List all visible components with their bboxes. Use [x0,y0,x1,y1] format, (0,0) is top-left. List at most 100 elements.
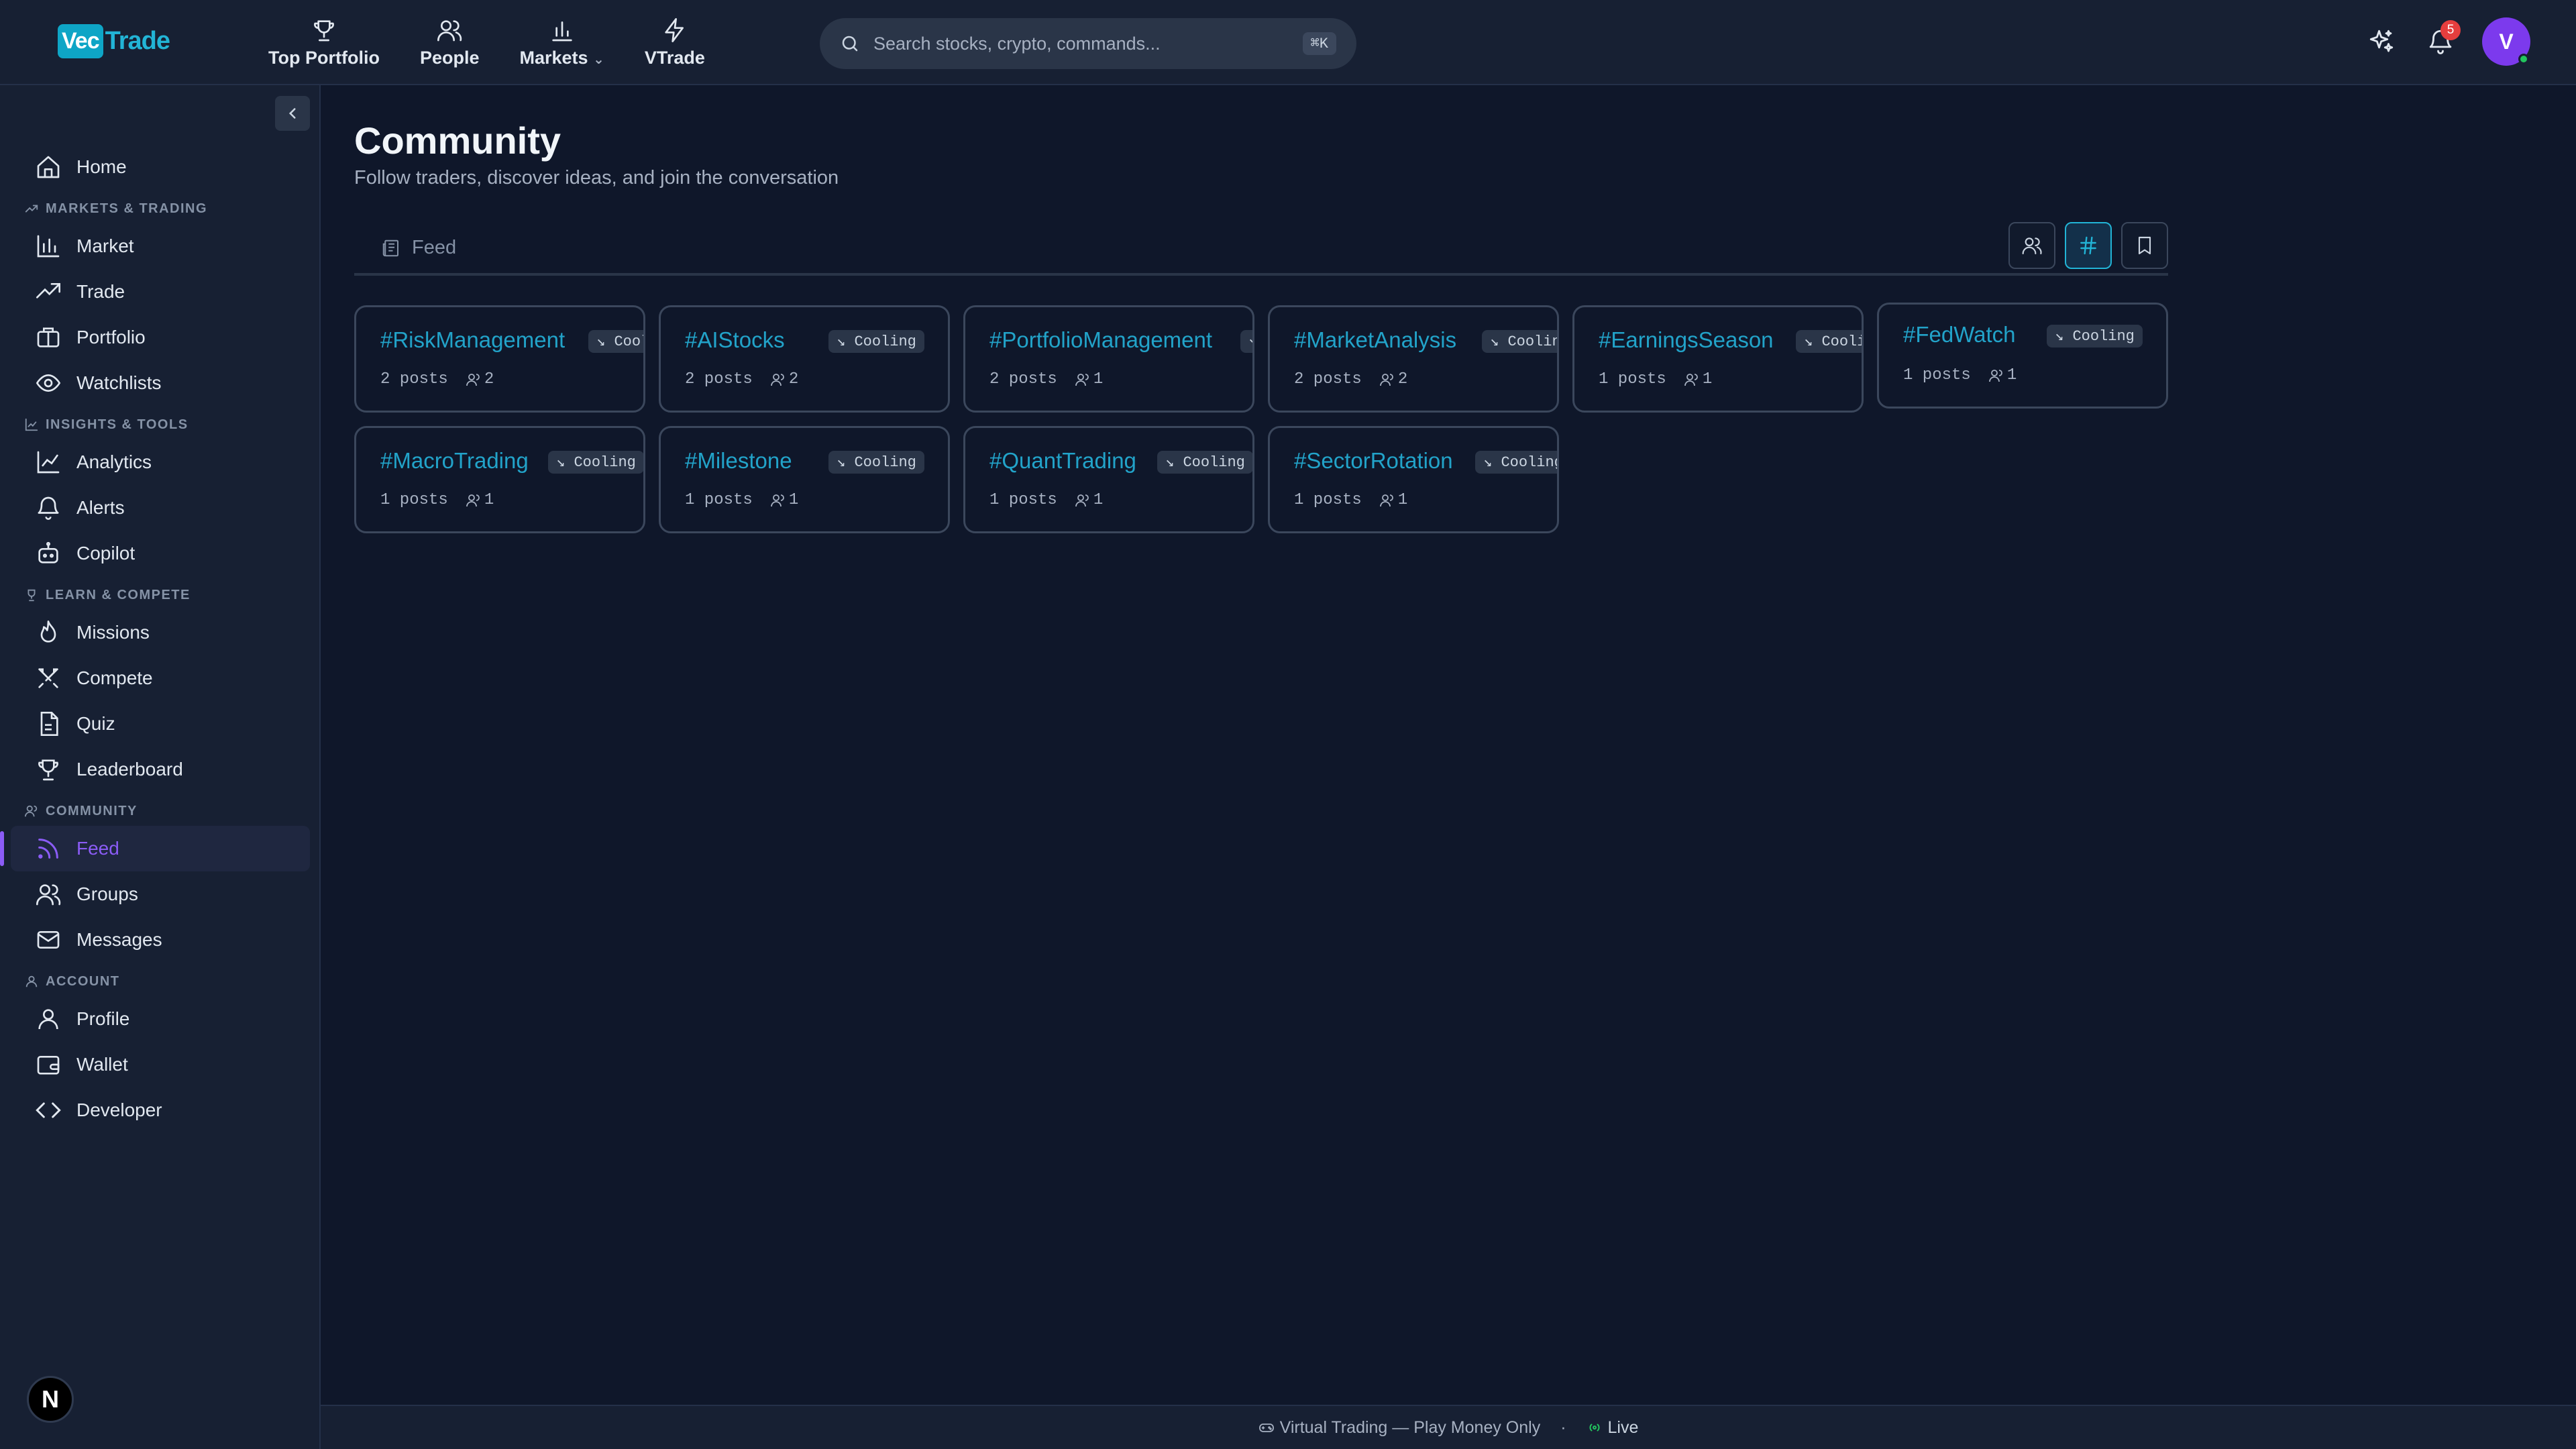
sidebar-item-analytics[interactable]: Analytics [11,439,310,485]
topnav-vtrade[interactable]: VTrade [645,0,705,85]
topic-tag[interactable]: #MacroTrading [380,448,529,474]
user-count: 1 [1684,370,1712,388]
topic-card[interactable]: #MacroTrading ↘ Cooling 1 posts 1 [354,426,645,533]
topic-card[interactable]: #AIStocks ↘ Cooling 2 posts 2 [659,305,950,413]
topic-card[interactable]: #Milestone ↘ Cooling 1 posts 1 [659,426,950,533]
topic-stats: 1 posts 1 [380,491,494,509]
sidebar-item-market[interactable]: Market [11,223,310,269]
topic-stats: 1 posts 1 [1294,491,1407,509]
topic-tag[interactable]: #Milestone [685,448,792,474]
logo-box: Vec [58,24,103,58]
rss-icon [38,839,58,859]
topic-card[interactable]: #SectorRotation ↘ Cooling 1 posts 1 [1268,426,1559,533]
sidebar-nav: Home MARKETS & TRADING Market Trade Port… [0,144,321,1133]
footer-mode-text: Virtual Trading — Play Money Only [1279,1417,1541,1437]
users-icon [466,494,480,506]
topic-card[interactable]: #RiskManagement ↘ Cooling 2 posts 2 [354,305,645,413]
topnav-top-portfolio-label: Top Portfolio [268,48,380,68]
newspaper-icon [382,239,398,256]
topic-stats: 1 posts 1 [1903,366,2017,384]
view-bookmarks-button[interactable] [2121,222,2168,269]
sidebar-item-feed[interactable]: Feed [0,826,310,871]
logo[interactable]: Vec Trade [58,24,170,58]
bar-chart-icon [37,235,60,258]
search-input[interactable] [873,33,1303,54]
tabs-row: Feed [354,219,2168,276]
topic-tag[interactable]: #MarketAnalysis [1294,327,1456,353]
sidebar-item-leaderboard[interactable]: Leaderboard [11,747,310,792]
sidebar-item-portfolio[interactable]: Portfolio [11,315,310,360]
trophy-icon [28,589,36,602]
notifications-button[interactable]: 5 [2424,20,2461,58]
hashtag-icon [2080,236,2096,255]
topic-card[interactable]: #MarketAnalysis ↘ Cooling 2 posts 2 [1268,305,1559,413]
sidebar-item-alerts[interactable]: Alerts [11,485,310,531]
sidebar-item-developer[interactable]: Developer [11,1087,310,1133]
sidebar-item-missions[interactable]: Missions [11,610,310,655]
lightning-icon [665,18,684,43]
chevron-down-icon: ⌄ [593,52,604,67]
trophy-icon [314,20,334,42]
topnav-people-label: People [419,48,480,68]
topic-tag[interactable]: #EarningsSeason [1599,327,1774,353]
topic-tag[interactable]: #PortfolioManagement [989,327,1212,353]
topic-stats: 2 posts 2 [685,370,798,388]
notification-badge: 5 [2440,20,2461,40]
view-hashtags-button[interactable] [2065,222,2112,269]
post-count: 1 posts [685,491,753,509]
sidebar-item-label: Analytics [76,451,152,472]
topnav-people[interactable]: People [420,0,480,85]
sidebar-item-watchlists[interactable]: Watchlists [11,360,310,406]
sidebar-item-label: Market [76,235,134,256]
next-dev-button[interactable]: N [27,1376,74,1423]
sidebar-item-home[interactable]: Home [11,144,310,190]
sidebar-item-wallet[interactable]: Wallet [11,1042,310,1087]
sidebar-item-label: Missions [76,622,150,643]
sidebar-item-groups[interactable]: Groups [11,871,310,917]
avatar-initial: V [2499,29,2514,54]
sidebar-item-label: Wallet [76,1054,128,1075]
sidebar-item-label: Trade [76,281,125,302]
sidebar-item-quiz[interactable]: Quiz [11,701,310,747]
sidebar-item-label: Feed [76,838,119,859]
users-icon [1075,494,1089,506]
users-icon [2022,237,2042,255]
trend-badge: ↘ Cooling [1240,330,1252,353]
trending-up-icon [36,283,60,299]
topic-card[interactable]: #QuantTrading ↘ Cooling 1 posts 1 [963,426,1254,533]
trend-badge: ↘ Cooling [828,451,924,474]
users-icon [1988,369,2002,382]
sidebar-item-trade[interactable]: Trade [11,269,310,315]
ai-sparkle-button[interactable] [2365,25,2398,58]
tab-feed[interactable]: Feed [381,237,456,259]
topic-tag[interactable]: #AIStocks [685,327,785,353]
topic-card[interactable]: #FedWatch ↘ Cooling 1 posts 1 [1877,303,2168,409]
sidebar-item-profile[interactable]: Profile [11,996,310,1042]
topic-card[interactable]: #EarningsSeason ↘ Cooling 1 posts 1 [1572,305,1864,413]
topic-tag[interactable]: #SectorRotation [1294,448,1453,474]
robot-icon [38,541,58,564]
sidebar-item-copilot[interactable]: Copilot [11,531,310,576]
view-people-button[interactable] [2008,222,2055,269]
users-icon [770,373,784,386]
topic-tag[interactable]: #FedWatch [1903,322,2016,347]
sidebar-item-messages[interactable]: Messages [11,917,310,963]
chart-line-icon [25,418,38,431]
topic-tag[interactable]: #RiskManagement [380,327,565,353]
topic-tag[interactable]: #QuantTrading [989,448,1136,474]
collapse-sidebar-button[interactable] [275,96,310,131]
topnav-top-portfolio[interactable]: Top Portfolio [268,0,380,85]
search-bar[interactable]: ⌘K [820,18,1356,69]
sidebar: Home MARKETS & TRADING Market Trade Port… [0,85,321,1449]
search-icon [842,36,858,52]
flame-icon [40,621,56,643]
trend-badge: ↘ Cooling [1157,451,1252,474]
topnav-markets[interactable]: Markets ⌄ [520,0,604,85]
sidebar-item-compete[interactable]: Compete [11,655,310,701]
sidebar-item-label: Groups [76,883,138,904]
avatar[interactable]: V [2482,17,2530,66]
users-icon [1684,373,1698,386]
users-icon [466,373,480,386]
topic-card[interactable]: #PortfolioManagement ↘ Cooling 2 posts 1 [963,305,1254,413]
sidebar-item-label: Leaderboard [76,759,183,780]
